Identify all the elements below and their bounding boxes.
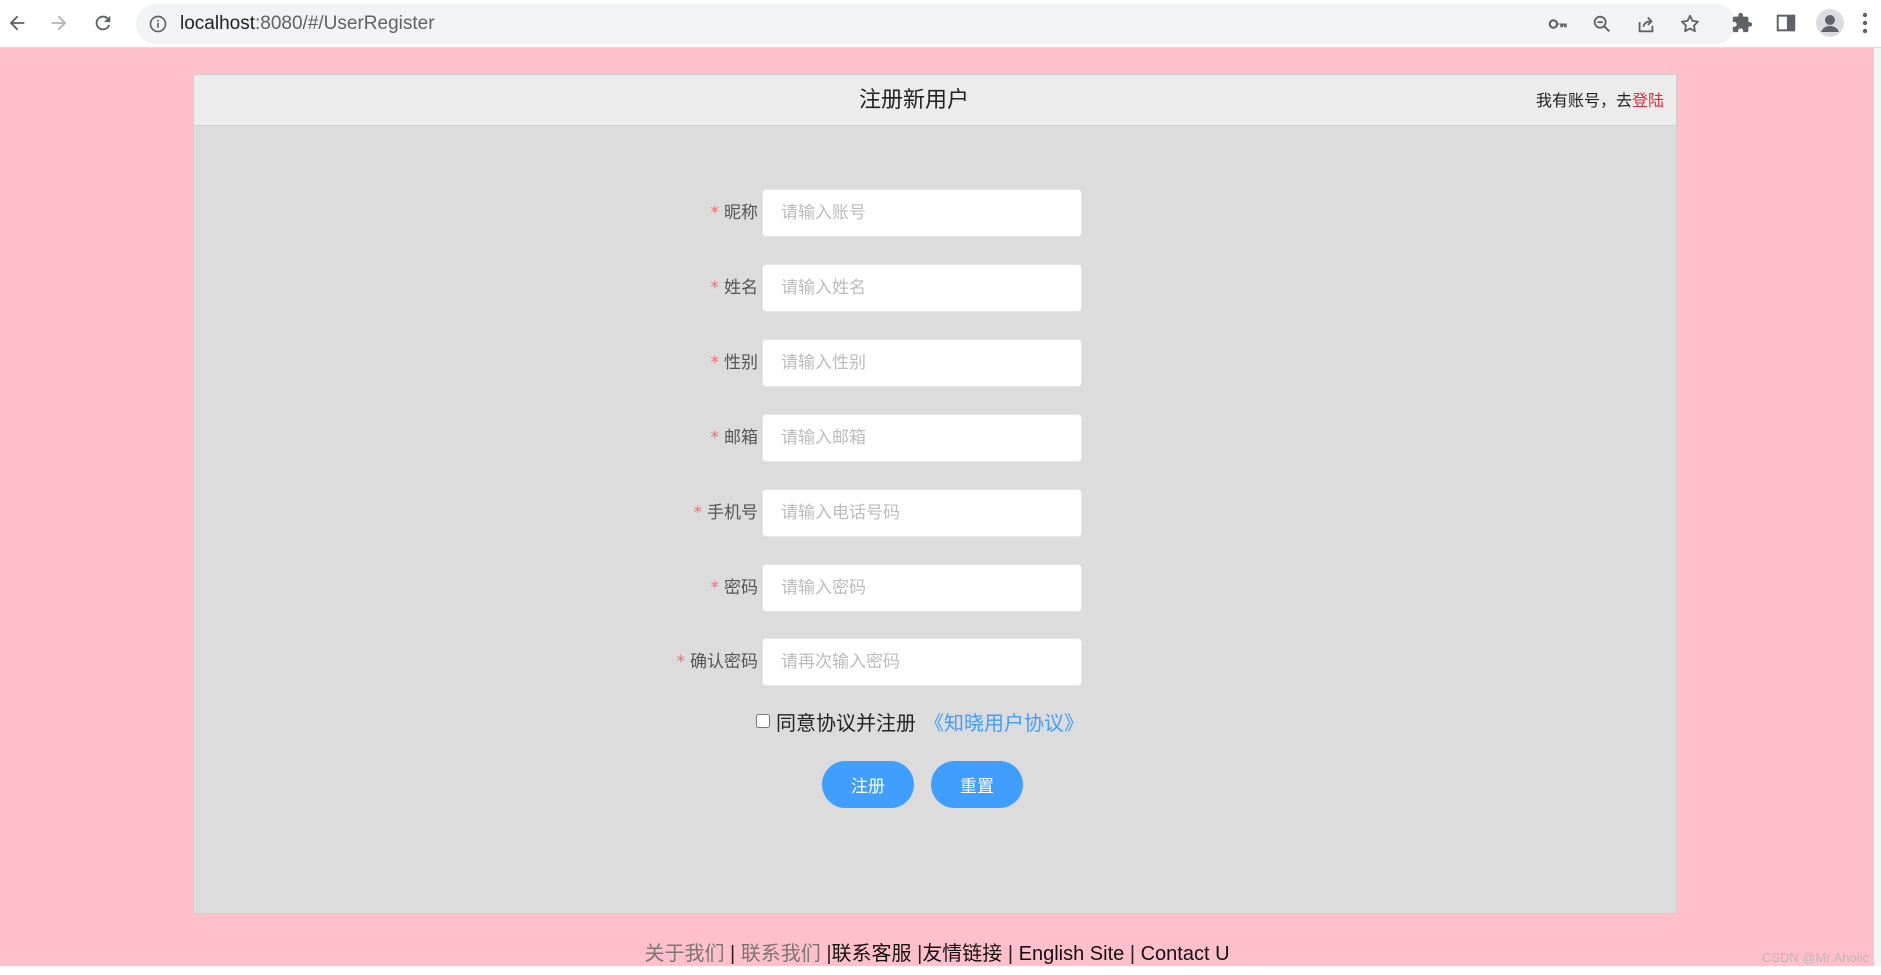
url-host: localhost — [180, 13, 255, 34]
form-row-phone: * 手机号 — [194, 489, 1676, 537]
gender-input[interactable] — [762, 339, 1082, 387]
confirm-password-input[interactable] — [762, 638, 1082, 686]
footer-english-link[interactable]: English Site — [1019, 943, 1125, 965]
footer-contact-link[interactable]: 联系我们 — [741, 943, 821, 965]
bookmark-star-icon[interactable] — [1678, 12, 1702, 36]
required-mark: * — [710, 578, 720, 598]
password-input[interactable] — [762, 564, 1082, 612]
reset-button[interactable]: 重置 — [931, 761, 1023, 808]
footer-about-link[interactable]: 关于我们 — [644, 943, 724, 965]
footer-contact-u-link[interactable]: Contact U — [1141, 943, 1230, 965]
field-label-text: 密码 — [724, 578, 758, 598]
field-label: * 姓名 — [711, 264, 759, 312]
zoom-icon[interactable] — [1590, 12, 1614, 36]
scrollbar[interactable] — [1874, 48, 1881, 966]
field-label: * 邮箱 — [711, 414, 759, 462]
footer-links: 关于我们 | 联系我们 |联系客服 |友情链接 | English Site |… — [0, 940, 1874, 966]
form-row-email: * 邮箱 — [194, 414, 1676, 462]
page-viewport: 注册新用户 我有账号，去登陆 *昵称 *姓名 *性别 *邮箱 *手机号 *密码 — [0, 48, 1874, 966]
form-row-password: * 密码 — [194, 564, 1676, 612]
field-label-text: 确认密码 — [690, 652, 758, 672]
required-mark: * — [710, 203, 720, 223]
login-hint-text: 我有账号，去 — [1535, 91, 1632, 110]
field-label-text: 昵称 — [724, 203, 758, 223]
login-link[interactable]: 登陆 — [1632, 91, 1664, 110]
share-icon[interactable] — [1634, 12, 1658, 36]
field-label: * 确认密码 — [677, 638, 759, 686]
login-hint: 我有账号，去登陆 — [1536, 75, 1664, 126]
footer-separator: | — [1129, 943, 1136, 965]
footer-separator: | — [730, 943, 736, 965]
back-icon[interactable] — [0, 6, 34, 40]
agree-checkbox[interactable] — [756, 714, 770, 728]
required-mark: * — [676, 652, 686, 672]
form-row-gender: * 性别 — [194, 339, 1676, 387]
footer-service-link[interactable]: 联系客服 — [832, 943, 912, 965]
page-title: 注册新用户 — [858, 88, 969, 113]
bottom-strip — [0, 966, 1881, 975]
field-label-text: 性别 — [724, 353, 758, 373]
register-card: 注册新用户 我有账号，去登陆 *昵称 *姓名 *性别 *邮箱 *手机号 *密码 — [193, 74, 1677, 914]
card-header: 注册新用户 我有账号，去登陆 — [194, 75, 1676, 126]
email-input[interactable] — [762, 414, 1082, 462]
footer-separator: | — [1007, 943, 1014, 965]
side-panel-icon[interactable] — [1771, 8, 1801, 38]
user-agreement-link[interactable]: 《知晓用户协议》 — [924, 707, 1084, 736]
watermark: CSDN @Mr.Aholic — [1761, 950, 1869, 965]
form-row-name: * 姓名 — [194, 264, 1676, 312]
field-label-text: 姓名 — [724, 278, 758, 298]
required-mark: * — [710, 428, 720, 448]
key-icon[interactable] — [1546, 12, 1570, 36]
required-mark: * — [693, 503, 703, 523]
address-bar[interactable]: localhost:8080/#/UserRegister — [136, 4, 1736, 44]
url-path: :8080/#/UserRegister — [255, 13, 435, 34]
menu-kebab-icon[interactable] — [1858, 8, 1872, 38]
url-text[interactable]: localhost:8080/#/UserRegister — [180, 4, 435, 44]
required-mark: * — [710, 278, 720, 298]
register-button[interactable]: 注册 — [822, 761, 914, 808]
reload-icon[interactable] — [86, 6, 120, 40]
nickname-input[interactable] — [762, 189, 1082, 237]
forward-icon[interactable] — [42, 6, 76, 40]
required-mark: * — [710, 353, 720, 373]
agree-text: 同意协议并注册 — [776, 710, 916, 735]
field-label: * 性别 — [711, 339, 759, 387]
field-label-text: 邮箱 — [724, 428, 758, 448]
field-label-text: 手机号 — [707, 503, 758, 523]
agreement-row: 同意协议并注册 《知晓用户协议》 — [756, 706, 1084, 736]
field-label: * 手机号 — [694, 489, 759, 537]
form-row-nickname: * 昵称 — [194, 189, 1676, 237]
name-input[interactable] — [762, 264, 1082, 312]
form-row-confirm-password: * 确认密码 — [194, 638, 1676, 686]
browser-toolbar: localhost:8080/#/UserRegister — [0, 0, 1881, 48]
phone-input[interactable] — [762, 489, 1082, 537]
extensions-icon[interactable] — [1727, 8, 1757, 38]
field-label: * 昵称 — [711, 189, 759, 237]
info-icon[interactable] — [148, 14, 168, 34]
footer-friend-links[interactable]: 友情链接 — [922, 943, 1002, 965]
field-label: * 密码 — [711, 564, 759, 612]
profile-avatar-icon[interactable] — [1815, 8, 1845, 38]
